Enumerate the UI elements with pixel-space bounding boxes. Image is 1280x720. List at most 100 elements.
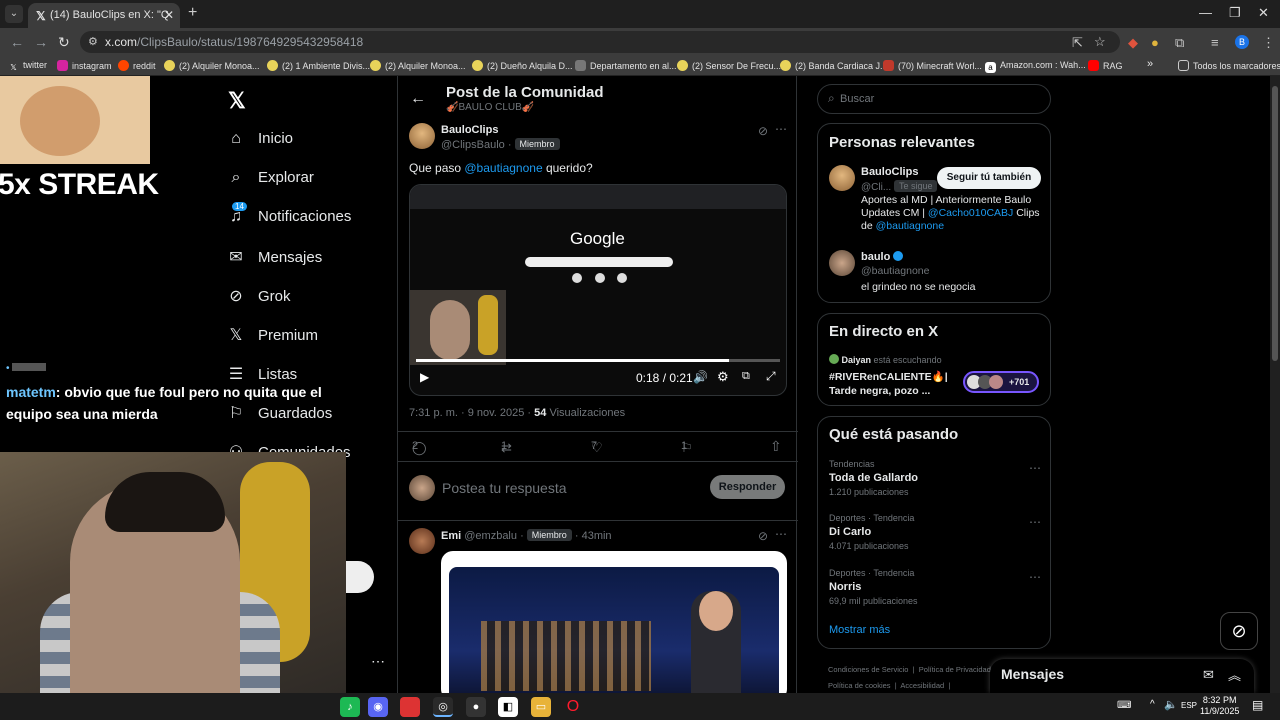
video-settings-icon[interactable]: ⚙ <box>717 369 729 385</box>
tab-close-icon[interactable]: ✕ <box>164 8 174 22</box>
account-more-icon[interactable]: ⋯ <box>371 653 385 670</box>
address-bar[interactable]: ⚙ x.com/ClipsBaulo/status/19876492954329… <box>80 31 1120 53</box>
messages-drawer[interactable]: Mensajes ✉ ︽ <box>990 659 1254 693</box>
nav-notificaciones[interactable]: ♫ 14 Notificaciones <box>226 202 351 226</box>
bookmark-item[interactable]: Departamento en al... <box>575 60 677 71</box>
extensions-icon[interactable]: ⧉ <box>1175 35 1184 51</box>
nav-mensajes[interactable]: ✉ Mensajes <box>226 247 322 267</box>
post-mention-link[interactable]: @bautiagnone <box>464 161 542 175</box>
tray-chevron-icon[interactable]: ^ <box>1150 699 1155 710</box>
grok-post-icon[interactable]: ⊘ <box>758 124 768 138</box>
video-volume-icon[interactable]: 🔊 <box>693 370 708 384</box>
site-info-icon[interactable]: ⚙ <box>88 35 98 48</box>
restore-icon[interactable]: ❐ <box>1229 5 1241 21</box>
person-name[interactable]: BauloClips <box>861 166 918 178</box>
video-play-icon[interactable]: ▶ <box>420 370 429 384</box>
bookmark-item[interactable]: (2) Alquiler Monoa... <box>164 60 260 71</box>
expand-up-icon[interactable]: ︽ <box>1228 665 1241 684</box>
reply-button[interactable]: Responder <box>710 475 785 499</box>
bookmark-item[interactable]: (70) Minecraft Worl... <box>883 60 982 71</box>
language-indicator[interactable]: ESP <box>1181 701 1197 710</box>
bookmark-instagram[interactable]: instagram <box>57 60 112 71</box>
reply-input[interactable]: Postea tu respuesta <box>442 480 567 496</box>
extension-1-icon[interactable]: ◆ <box>1128 35 1138 51</box>
clock[interactable]: 8:32 PM 11/9/2025 <box>1200 695 1239 717</box>
bookmark-item[interactable]: (2) 1 Ambiente Divis... <box>267 60 370 71</box>
tab-search-icon[interactable]: ⌄ <box>5 5 23 23</box>
bookmark-item[interactable]: (2) Alquiler Monoa... <box>370 60 466 71</box>
comment-media[interactable] <box>441 551 787 693</box>
author-handle-row: @ClipsBaulo · Miembro <box>441 138 560 151</box>
opera-icon[interactable]: O <box>563 697 583 717</box>
spotify-icon[interactable]: ♪ <box>340 697 360 717</box>
extension-2-icon[interactable]: ● <box>1151 35 1159 50</box>
community-name[interactable]: 🎻BAULO CLUB🎻 <box>446 102 534 113</box>
trend-more-icon[interactable]: ⋯ <box>1029 461 1041 475</box>
person-avatar[interactable] <box>829 250 855 276</box>
search-input[interactable]: ⌕ Buscar <box>817 84 1051 114</box>
bookmark-item[interactable]: (2) Banda Cardiaca J... <box>780 60 888 71</box>
bookmark-reddit[interactable]: reddit <box>118 60 156 71</box>
bookmark-item[interactable]: (2) Sensor De Frecu... <box>677 60 781 71</box>
video-pip-icon[interactable]: ⧉ <box>742 370 750 383</box>
post-button[interactable] <box>346 561 374 593</box>
new-tab-icon[interactable]: + <box>188 4 197 22</box>
grok-fab-icon[interactable]: ⊘ <box>1220 612 1258 650</box>
space-listeners[interactable]: +701 <box>963 371 1039 393</box>
grok-comment-icon[interactable]: ⊘ <box>758 529 768 543</box>
nav-inicio[interactable]: ⌂ Inicio <box>226 130 293 148</box>
minimize-icon[interactable]: — <box>1199 5 1212 20</box>
obs-icon[interactable]: ● <box>466 697 486 717</box>
discord-icon[interactable]: ◉ <box>368 697 388 717</box>
forward-icon[interactable]: → <box>34 34 48 50</box>
comment-avatar[interactable] <box>409 528 435 554</box>
app-icon[interactable] <box>400 697 420 717</box>
trend-item[interactable]: Tendencias Toda de Gallardo 1.210 publicac… <box>829 459 1041 497</box>
capcut-icon[interactable]: ◧ <box>498 697 518 717</box>
trend-item[interactable]: Deportes · Tendencia Norris 69,9 mil publi… <box>829 568 1041 606</box>
video-fullscreen-icon[interactable]: ⤢ <box>766 369 776 384</box>
menu-icon[interactable]: ⋮ <box>1262 35 1275 51</box>
back-arrow-icon[interactable]: ← <box>410 90 426 108</box>
author-avatar[interactable] <box>409 123 435 149</box>
file-explorer-icon[interactable]: ▭ <box>531 697 551 717</box>
comment-more-icon[interactable]: ⋯ <box>775 527 787 541</box>
nav-explorar[interactable]: ⌕ Explorar <box>226 169 314 187</box>
trend-more-icon[interactable]: ⋯ <box>1029 515 1041 529</box>
video-progress-track[interactable] <box>416 359 780 362</box>
volume-icon[interactable]: 🔈 <box>1164 698 1178 711</box>
more-bookmarks-icon[interactable]: » <box>1147 58 1153 70</box>
install-app-icon[interactable]: ⇱ <box>1072 35 1083 51</box>
person-avatar[interactable] <box>829 165 855 191</box>
bookmark-twitter[interactable]: 𝕏twitter <box>8 60 47 73</box>
nav-grok[interactable]: ⊘ Grok <box>226 286 290 306</box>
bookmark-amazon[interactable]: a Amazon.com : Wah... <box>985 60 1086 73</box>
keyboard-icon[interactable]: ⌨ <box>1117 700 1131 711</box>
share-icon[interactable]: ⇧ <box>770 438 782 455</box>
all-bookmarks-folder[interactable]: Todos los marcadores <box>1178 60 1280 71</box>
media-controls-icon[interactable]: ≡ <box>1211 35 1219 50</box>
space-title[interactable]: #RIVERenCALIENTE🔥| Tarde negra, pozo ... <box>829 370 959 398</box>
follow-back-button[interactable]: Seguir tú también <box>937 167 1041 189</box>
browser-tab-active[interactable]: 𝕏 (14) BauloClips en X: "Que paso ✕ <box>28 3 180 28</box>
profile-avatar[interactable]: B <box>1235 35 1249 49</box>
trend-item[interactable]: Deportes · Tendencia Di Carlo 4.071 public… <box>829 513 1041 551</box>
show-more-link[interactable]: Mostrar más <box>829 624 890 636</box>
post-more-icon[interactable]: ⋯ <box>775 122 787 136</box>
post-video[interactable]: Google ▶ 0:18 / 0:21 🔊 ⚙ ⧉ ⤢ <box>409 184 787 396</box>
chrome-icon[interactable]: ◎ <box>433 697 453 717</box>
new-message-icon[interactable]: ✉ <box>1203 667 1214 683</box>
page-scrollbar[interactable] <box>1270 76 1280 693</box>
bookmark-item[interactable]: (2) Dueño Alquila D... <box>472 60 573 71</box>
trend-more-icon[interactable]: ⋯ <box>1029 570 1041 584</box>
bookmark-rag[interactable]: RAG <box>1088 60 1123 71</box>
window-close-icon[interactable]: ✕ <box>1258 5 1269 21</box>
person-name[interactable]: baulo <box>861 251 904 263</box>
reload-icon[interactable]: ↻ <box>58 34 70 51</box>
x-logo-icon[interactable]: 𝕏 <box>228 88 246 114</box>
author-name[interactable]: BauloClips <box>441 124 498 136</box>
bookmark-star-icon[interactable]: ☆ <box>1094 34 1106 50</box>
back-icon[interactable]: ← <box>10 34 24 50</box>
nav-premium[interactable]: 𝕏 Premium <box>226 325 318 345</box>
notifications-icon[interactable]: ▤ <box>1252 698 1263 712</box>
